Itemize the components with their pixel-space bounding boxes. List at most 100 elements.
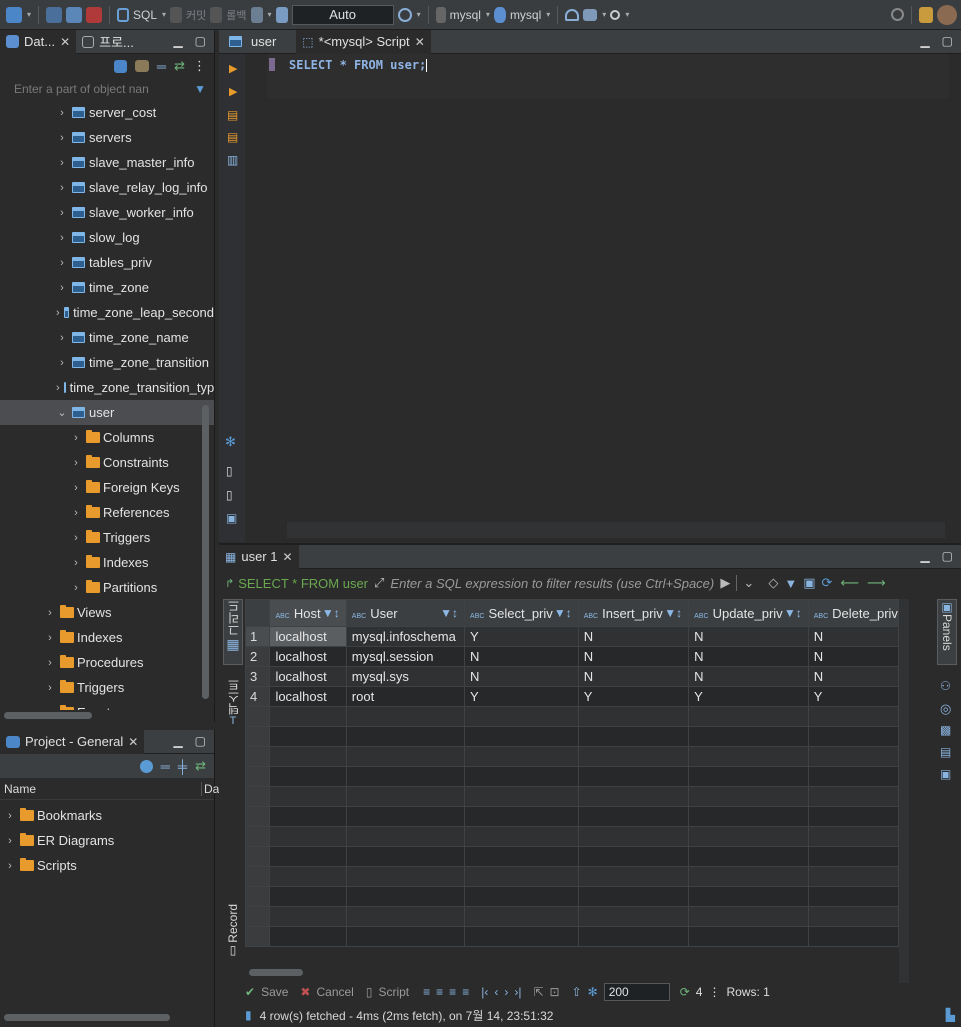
table-cell[interactable] (807, 846, 899, 867)
fetch-next-icon[interactable]: ⇱ (533, 985, 543, 999)
table-cell[interactable]: mysql.sys (345, 666, 466, 687)
refresh-icon[interactable]: ⟳ (822, 575, 833, 591)
explain-plan-icon[interactable]: ▥ (227, 153, 238, 167)
grouping-panel-icon[interactable]: ▩ (940, 723, 951, 737)
last-page-icon[interactable]: ›| (514, 985, 521, 999)
filter-input[interactable]: Enter a SQL expression to filter results… (390, 576, 718, 591)
table-cell[interactable] (269, 846, 347, 867)
table-cell[interactable] (807, 786, 899, 807)
table-cell[interactable] (688, 926, 809, 947)
table-row[interactable] (245, 706, 899, 727)
sql-editor-button[interactable]: SQL (133, 8, 157, 22)
table-row[interactable]: 3 localhost mysql.sys N N N N (245, 666, 899, 687)
table-cell[interactable] (345, 926, 466, 947)
tab-user[interactable]: user (219, 30, 282, 54)
tree-node-table[interactable]: › servers (0, 125, 214, 150)
table-cell[interactable] (577, 746, 690, 767)
script-icon[interactable]: ▯ (366, 985, 373, 999)
column-da-header[interactable]: Da (201, 781, 219, 796)
table-cell[interactable] (807, 806, 899, 827)
save-icon[interactable]: ✔ (245, 985, 255, 999)
table-cell[interactable] (688, 906, 809, 927)
tree-node-table[interactable]: › time_zone (0, 275, 214, 300)
row-number[interactable] (245, 926, 271, 947)
transaction-mode-icon[interactable] (250, 6, 263, 23)
column-header[interactable]: ABC Host ▼↕ (269, 599, 347, 627)
tree-node-folder[interactable]: › Triggers (0, 675, 214, 700)
table-cell[interactable]: Y (807, 686, 899, 707)
table-cell[interactable] (688, 846, 809, 867)
table-cell[interactable]: Y (577, 686, 690, 707)
project-hscrollbar[interactable] (4, 1014, 170, 1021)
table-cell[interactable] (688, 766, 809, 787)
panels-toggle-icon[interactable]: ▣ (803, 575, 815, 591)
close-icon[interactable]: ✕ (60, 35, 70, 49)
table-cell[interactable]: localhost (269, 686, 347, 707)
navigator-hscrollbar[interactable] (4, 712, 92, 719)
next-page-icon[interactable]: › (504, 985, 508, 999)
table-cell[interactable] (688, 806, 809, 827)
table-row[interactable] (245, 726, 899, 747)
calc-panel-icon[interactable]: ▤ (940, 745, 951, 759)
navigator-filter-input[interactable]: Enter a part of object nan ▼ (4, 78, 210, 100)
table-cell[interactable]: N (688, 666, 809, 687)
collapse-all-icon[interactable]: ═ (157, 59, 166, 74)
close-icon[interactable]: ✕ (128, 735, 138, 749)
row-number[interactable] (245, 866, 271, 887)
table-row[interactable]: 4 localhost root Y Y Y Y (245, 686, 899, 707)
table-cell[interactable] (688, 786, 809, 807)
table-cell[interactable]: N (577, 666, 690, 687)
table-cell[interactable] (345, 766, 466, 787)
table-cell[interactable] (345, 866, 466, 887)
chevron-right-icon[interactable]: › (56, 182, 68, 194)
table-cell[interactable] (269, 726, 347, 747)
row-number[interactable]: 3 (245, 666, 271, 687)
table-cell[interactable] (807, 746, 899, 767)
avatar[interactable] (937, 4, 957, 25)
tasks-icon[interactable] (583, 8, 598, 21)
row-number[interactable] (245, 826, 271, 847)
table-cell[interactable]: mysql.session (345, 646, 466, 667)
tab-record[interactable]: Record ▯ (223, 904, 243, 974)
table-cell[interactable] (269, 766, 347, 787)
table-cell[interactable] (464, 926, 579, 947)
references-panel-icon[interactable]: ▣ (940, 767, 951, 781)
table-cell[interactable] (577, 906, 690, 927)
transaction-mode-field[interactable]: Auto (291, 4, 394, 25)
table-row[interactable] (245, 926, 899, 947)
metadata-panel-icon[interactable]: ◎ (940, 701, 951, 717)
table-cell[interactable] (345, 906, 466, 927)
table-cell[interactable]: N (464, 666, 579, 687)
history-icon[interactable] (397, 7, 412, 22)
row-number[interactable] (245, 906, 271, 927)
table-row[interactable]: 2 localhost mysql.session N N N N (245, 646, 899, 667)
table-cell[interactable] (345, 846, 466, 867)
filter-history-icon[interactable]: ⌄ (736, 575, 754, 591)
edit-row-icon[interactable]: ≡ (423, 985, 430, 999)
table-cell[interactable] (345, 726, 466, 747)
column-header[interactable]: ABC Insert_priv ▼↕ (577, 599, 690, 627)
table-cell[interactable] (464, 766, 579, 787)
tab-mysql-script[interactable]: ⬚ *<mysql> Script ✕ (296, 29, 431, 54)
tree-node-user[interactable]: ⌄ user (0, 400, 214, 425)
chevron-right-icon[interactable]: › (56, 107, 68, 119)
tree-node-folder[interactable]: › Events (0, 700, 214, 710)
table-cell[interactable] (464, 826, 579, 847)
folder-icon[interactable] (134, 60, 149, 72)
tree-node-folder[interactable]: › Foreign Keys (0, 475, 214, 500)
chevron-right-icon[interactable]: › (56, 332, 68, 344)
row-number[interactable] (245, 766, 271, 787)
table-cell[interactable]: mysql.infoschema (345, 626, 466, 647)
row-number[interactable] (245, 846, 271, 867)
table-cell[interactable]: Y (688, 686, 809, 707)
table-cell[interactable] (688, 826, 809, 847)
settings-icon[interactable]: ✻ (225, 434, 236, 450)
row-number[interactable]: 4 (245, 686, 271, 707)
table-row[interactable] (245, 806, 899, 827)
table-cell[interactable] (577, 806, 690, 827)
table-cell[interactable] (807, 726, 899, 747)
table-cell[interactable]: N (464, 646, 579, 667)
rollback-icon[interactable] (210, 6, 223, 23)
chevron-right-icon[interactable]: › (70, 557, 82, 569)
panels-button[interactable]: ▣ Panels (937, 599, 957, 665)
